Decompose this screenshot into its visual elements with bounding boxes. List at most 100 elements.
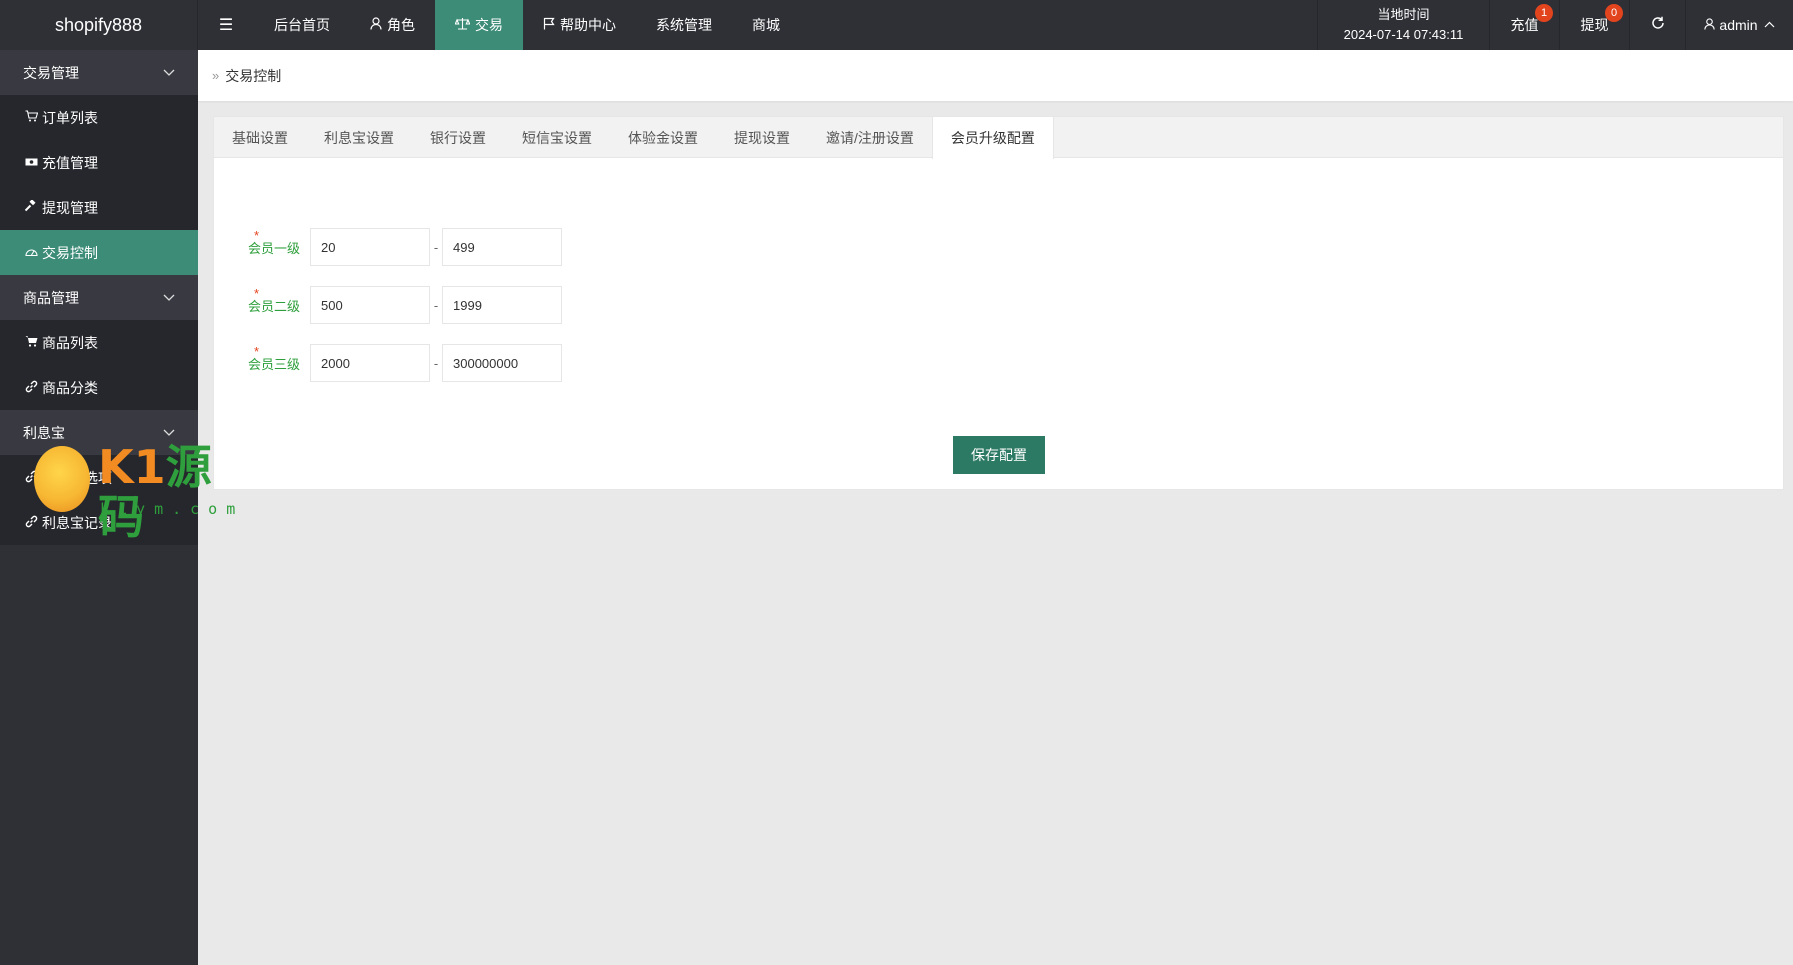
tab-member-upgrade[interactable]: 会员升级配置 — [931, 117, 1054, 159]
chevron-down-icon — [163, 292, 175, 304]
menu-toggle-button[interactable]: ☰ — [198, 0, 254, 50]
form-row-level-2: * 会员二级 - — [214, 286, 562, 324]
cart-icon — [23, 335, 39, 350]
user-icon — [1704, 17, 1716, 33]
nav-home[interactable]: 后台首页 — [254, 0, 350, 50]
top-nav: ☰ 后台首页 角色 交易 帮助中心 系统管理 商城 — [198, 0, 800, 50]
refresh-icon — [1651, 16, 1665, 35]
withdraw-label: 提现 — [1580, 17, 1609, 33]
tab-bank[interactable]: 银行设置 — [412, 117, 504, 158]
form-label: * 会员一级 — [214, 228, 310, 257]
withdraw-button[interactable]: 提现 0 — [1559, 0, 1629, 50]
save-config-button[interactable]: 保存配置 — [953, 436, 1045, 474]
sidebar-item-label: 交易控制 — [42, 244, 98, 261]
form-label-text: 会员二级 — [247, 298, 300, 314]
level-3-max-input[interactable] — [442, 344, 562, 382]
sidebar-group-label: 商品管理 — [23, 289, 79, 306]
sidebar-item-label: 商品分类 — [42, 379, 98, 396]
clock-label: 当地时间 — [1377, 7, 1430, 22]
sidebar-item-orders[interactable]: 订单列表 — [0, 95, 198, 140]
balance-scale-icon — [454, 17, 471, 33]
range-separator: - — [433, 297, 439, 313]
nav-help-label: 帮助中心 — [560, 17, 616, 33]
sidebar-group-trade[interactable]: 交易管理 — [0, 50, 198, 95]
tab-trial-fund[interactable]: 体验金设置 — [610, 117, 716, 158]
nav-system-label: 系统管理 — [656, 17, 712, 33]
nav-trade[interactable]: 交易 — [435, 0, 523, 50]
cart-icon — [23, 110, 39, 125]
link-icon — [23, 470, 39, 486]
sidebar-item-label: 利息宝记录 — [42, 514, 112, 531]
chevron-down-icon — [163, 67, 175, 79]
gavel-icon — [23, 198, 39, 216]
nav-role-label: 角色 — [387, 17, 415, 33]
tab-invite-register[interactable]: 邀请/注册设置 — [808, 117, 932, 158]
settings-tabs: 基础设置 利息宝设置 银行设置 短信宝设置 体验金设置 提现设置 邀请/注册设置… — [214, 117, 1783, 159]
user-menu[interactable]: admin — [1685, 0, 1793, 50]
link-icon — [23, 515, 39, 531]
tab-basic[interactable]: 基础设置 — [214, 117, 306, 158]
required-mark: * — [254, 343, 260, 359]
breadcrumb-current[interactable]: 交易控制 — [225, 66, 281, 86]
clock-value: 2024-07-14 07:43:11 — [1343, 27, 1464, 42]
range-separator: - — [433, 239, 439, 255]
level-1-min-input[interactable] — [310, 228, 430, 266]
sidebar-item-label: 利息宝选项 — [42, 469, 112, 486]
dashboard-icon — [23, 246, 39, 260]
member-upgrade-form: * 会员一级 - * 会员二级 - * 会员三级 - 保存配置 — [214, 158, 1783, 490]
sidebar-group-label: 利息宝 — [23, 424, 65, 441]
user-name: admin — [1719, 17, 1758, 33]
sidebar-group-interest[interactable]: 利息宝 — [0, 410, 198, 455]
level-2-max-input[interactable] — [442, 286, 562, 324]
menu-fold-icon: ☰ — [218, 17, 234, 34]
money-icon — [23, 156, 39, 170]
sidebar-item-product-list[interactable]: 商品列表 — [0, 320, 198, 365]
sidebar-item-label: 商品列表 — [42, 334, 98, 351]
chevron-up-icon — [1764, 20, 1775, 31]
withdraw-count-badge: 0 — [1605, 4, 1623, 22]
double-chevron-icon: » — [212, 68, 220, 83]
sidebar-item-product-category[interactable]: 商品分类 — [0, 365, 198, 410]
link-icon — [23, 380, 39, 396]
level-2-min-input[interactable] — [310, 286, 430, 324]
level-3-min-input[interactable] — [310, 344, 430, 382]
breadcrumb: » 交易控制 — [198, 50, 1793, 101]
form-label-text: 会员三级 — [247, 356, 300, 372]
sidebar-item-trade-control[interactable]: 交易控制 — [0, 230, 198, 275]
form-label-text: 会员一级 — [247, 240, 300, 256]
nav-trade-label: 交易 — [475, 17, 503, 33]
form-label: * 会员二级 — [214, 286, 310, 315]
tab-interest[interactable]: 利息宝设置 — [306, 117, 412, 158]
sidebar-item-label: 订单列表 — [42, 109, 98, 126]
nav-mall[interactable]: 商城 — [732, 0, 800, 50]
sidebar: 交易管理 订单列表 充值管理 提现管理 交易控制 商品管理 商品列表 商品分类 … — [0, 50, 198, 965]
sidebar-group-products[interactable]: 商品管理 — [0, 275, 198, 320]
recharge-button[interactable]: 充值 1 — [1489, 0, 1559, 50]
level-1-max-input[interactable] — [442, 228, 562, 266]
sidebar-item-interest-options[interactable]: 利息宝选项 — [0, 455, 198, 500]
form-row-level-3: * 会员三级 - — [214, 344, 562, 382]
settings-panel: 基础设置 利息宝设置 银行设置 短信宝设置 体验金设置 提现设置 邀请/注册设置… — [213, 116, 1784, 490]
nav-role[interactable]: 角色 — [350, 0, 435, 50]
sidebar-item-interest-records[interactable]: 利息宝记录 — [0, 500, 198, 545]
form-label: * 会员三级 — [214, 344, 310, 373]
top-bar: shopify888 ☰ 后台首页 角色 交易 帮助中心 系统管理 商城 当地时… — [0, 0, 1793, 50]
app-logo[interactable]: shopify888 — [0, 0, 198, 50]
form-row-level-1: * 会员一级 - — [214, 228, 562, 266]
sidebar-item-withdraw[interactable]: 提现管理 — [0, 185, 198, 230]
nav-system[interactable]: 系统管理 — [636, 0, 732, 50]
refresh-button[interactable] — [1629, 0, 1685, 50]
recharge-label: 充值 — [1510, 17, 1539, 33]
nav-mall-label: 商城 — [752, 17, 780, 33]
tab-sms[interactable]: 短信宝设置 — [504, 117, 610, 158]
required-mark: * — [254, 285, 260, 301]
top-right-actions: 当地时间 2024-07-14 07:43:11 充值 1 提现 0 admin — [1317, 0, 1793, 50]
nav-help[interactable]: 帮助中心 — [523, 0, 636, 50]
sidebar-group-label: 交易管理 — [23, 64, 79, 81]
user-icon — [370, 17, 382, 33]
local-clock: 当地时间 2024-07-14 07:43:11 — [1317, 0, 1489, 50]
range-separator: - — [433, 355, 439, 371]
sidebar-item-recharge[interactable]: 充值管理 — [0, 140, 198, 185]
tab-withdraw[interactable]: 提现设置 — [716, 117, 808, 158]
flag-icon — [543, 17, 555, 33]
